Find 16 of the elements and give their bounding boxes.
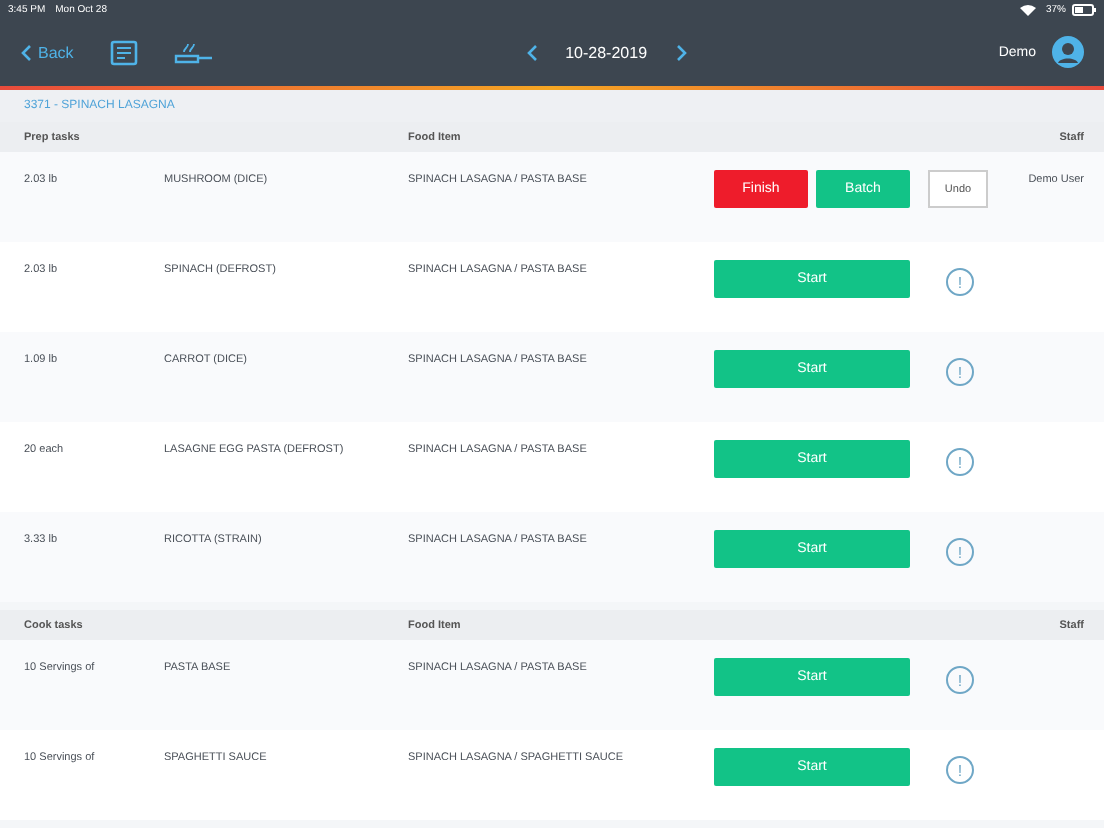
chevron-right-icon: [675, 43, 688, 61]
avatar-icon[interactable]: [1052, 36, 1084, 68]
alert-button[interactable]: !: [946, 448, 974, 476]
wifi-icon: [1019, 3, 1036, 15]
list-icon[interactable]: [109, 39, 138, 65]
chevron-left-icon: [20, 43, 32, 61]
alert-button[interactable]: !: [946, 268, 974, 296]
alert-button[interactable]: !: [946, 666, 974, 694]
alert-button[interactable]: !: [946, 538, 974, 566]
alert-button[interactable]: !: [946, 358, 974, 386]
alert-button[interactable]: !: [946, 756, 974, 784]
back-button[interactable]: Back: [20, 43, 74, 61]
current-date: 10-28-2019: [565, 43, 648, 61]
battery-icon: [1072, 3, 1096, 15]
pan-icon[interactable]: [173, 39, 214, 65]
chevron-left-icon: [525, 43, 538, 61]
